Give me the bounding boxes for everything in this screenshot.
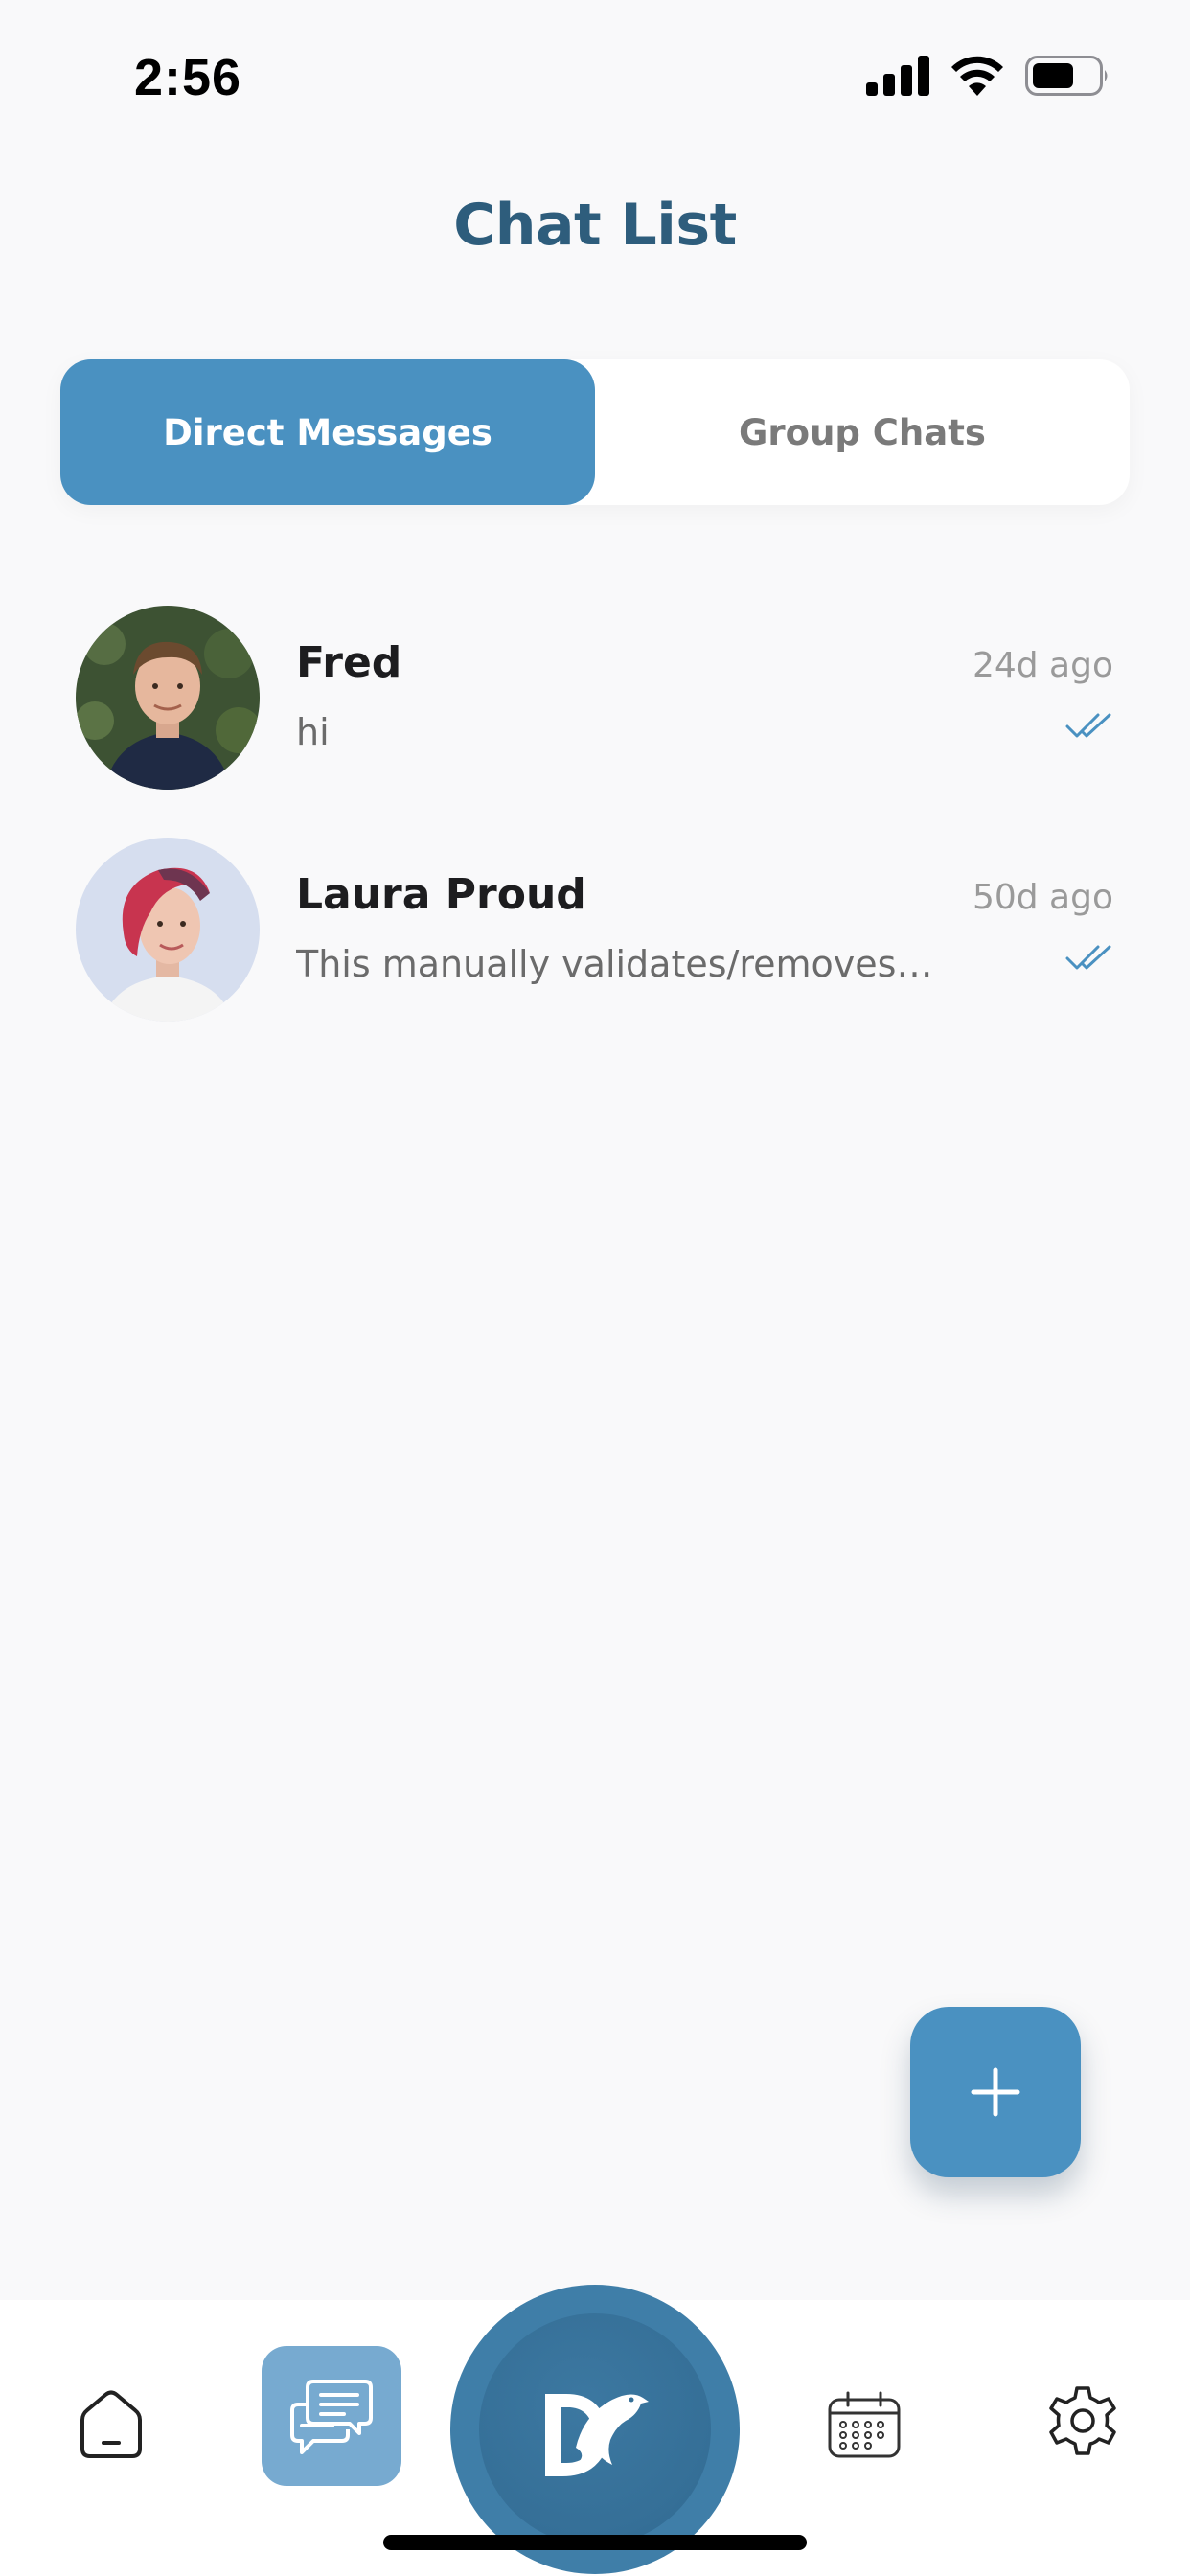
chat-bubbles-icon [290,2380,373,2454]
status-time: 2:56 [134,49,242,106]
gear-icon [1049,2386,1116,2455]
nav-center-logo[interactable] [450,2285,740,2574]
chat-preview: This manually validates/removes… [296,943,933,985]
chat-preview: hi [296,711,330,753]
avatar [76,838,260,1022]
page-title: Chat List [453,192,737,259]
double-check-icon [1065,945,1111,970]
double-check-icon [1065,713,1111,738]
battery-icon [1025,56,1108,96]
nav-calendar[interactable] [816,2377,912,2472]
chat-timestamp: 24d ago [972,646,1113,685]
chat-timestamp: 50d ago [972,878,1113,917]
calendar-icon [828,2391,901,2458]
chat-name: Laura Proud [296,870,586,919]
home-icon [80,2390,142,2458]
plus-icon [971,2067,1020,2117]
tab-direct-messages[interactable]: Direct Messages [60,359,595,505]
logo-badge [479,2313,711,2545]
avatar [76,606,260,790]
chat-list-item[interactable]: Fred hi 24d ago [0,606,1190,838]
chat-name: Fred [296,638,402,687]
chat-list-item[interactable]: Laura Proud This manually validates/remo… [0,838,1190,1070]
home-indicator [383,2535,807,2550]
nav-settings[interactable] [1035,2373,1131,2469]
new-chat-button[interactable] [910,2007,1081,2177]
nav-chats[interactable] [262,2346,401,2486]
wifi-icon [951,56,1003,96]
status-icons [866,56,1110,96]
dolphin-logo-icon [545,2394,649,2476]
cellular-signal-icon [866,56,929,96]
chat-type-tabs: Direct Messages Group Chats [60,359,1130,505]
tab-group-chats[interactable]: Group Chats [595,359,1130,505]
chat-list: Fred hi 24d ago Laura Proud This manuall… [0,606,1190,1070]
status-bar: 2:56 [0,0,1190,153]
nav-home[interactable] [63,2377,159,2472]
